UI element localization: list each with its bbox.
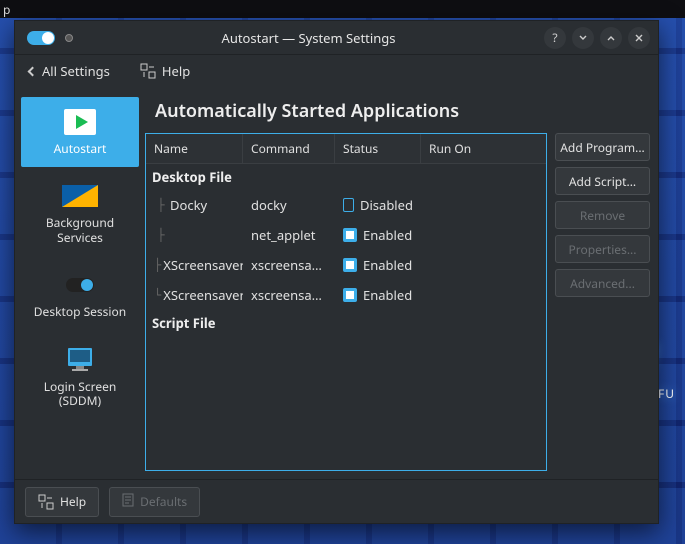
group-script-file[interactable]: Script File <box>146 310 546 336</box>
sidebar-item-label: Autostart <box>54 142 107 156</box>
add-script-button[interactable]: Add Script... <box>555 167 650 195</box>
status-checkbox[interactable] <box>343 228 357 242</box>
table-row[interactable]: ├XScreensaver xscreensaver ... Enabled <box>146 250 546 280</box>
row-status: Enabled <box>363 226 412 244</box>
row-command: xscreensaver <box>243 283 335 307</box>
sidebar-item-label: Login Screen (SDDM) <box>28 380 132 409</box>
footer-defaults-button[interactable]: Defaults <box>109 487 200 517</box>
row-name: XScreensaver <box>163 286 243 304</box>
sidebar-item-label: Background Services <box>28 216 132 245</box>
titlebar: Autostart — System Settings ? <box>15 21 658 55</box>
autostart-icon <box>60 106 100 138</box>
chevron-left-icon <box>28 66 38 76</box>
close-button[interactable] <box>628 27 650 49</box>
sidebar-item-label: Desktop Session <box>34 305 126 319</box>
document-icon <box>122 493 134 511</box>
all-settings-label: All Settings <box>42 62 110 80</box>
help-config-icon <box>140 63 156 79</box>
properties-button[interactable]: Properties... <box>555 235 650 263</box>
autostart-table[interactable]: Name Command Status Run On Desktop File … <box>145 133 547 471</box>
help-config-icon <box>38 494 54 510</box>
background-services-icon <box>60 180 100 212</box>
minimize-button[interactable] <box>572 27 594 49</box>
footer-help-button[interactable]: Help <box>25 487 99 517</box>
col-name[interactable]: Name <box>146 134 243 163</box>
col-runon[interactable]: Run On <box>421 134 546 163</box>
help-button[interactable]: ? <box>544 27 566 49</box>
status-checkbox[interactable] <box>343 198 354 212</box>
table-row[interactable]: ├ net_applet Enabled <box>146 220 546 250</box>
group-desktop-file[interactable]: Desktop File <box>146 164 546 190</box>
tree-line-icon: ├ <box>154 198 168 212</box>
col-status[interactable]: Status <box>335 134 421 163</box>
col-command[interactable]: Command <box>243 134 335 163</box>
window-title: Autostart — System Settings <box>73 29 544 47</box>
row-command: docky <box>243 193 335 217</box>
status-checkbox[interactable] <box>343 258 357 272</box>
row-status: Disabled <box>360 196 413 214</box>
help-link[interactable]: Help <box>134 58 196 84</box>
subheader: All Settings Help <box>15 55 658 87</box>
table-row[interactable]: └XScreensaver xscreensaver Enabled <box>146 280 546 310</box>
table-row[interactable]: ├Docky docky Disabled <box>146 190 546 220</box>
footer: Help Defaults <box>15 479 658 523</box>
action-buttons: Add Program... Add Script... Remove Prop… <box>555 133 650 471</box>
table-header: Name Command Status Run On <box>146 134 546 164</box>
remove-button[interactable]: Remove <box>555 201 650 229</box>
row-status: Enabled <box>363 256 412 274</box>
page-title: Automatically Started Applications <box>155 99 650 123</box>
sidebar-item-login-screen[interactable]: Login Screen (SDDM) <box>21 335 139 420</box>
titlebar-dot <box>65 34 73 42</box>
sidebar: Autostart Background Services Desktop Se… <box>15 87 145 479</box>
footer-defaults-label: Defaults <box>140 493 187 510</box>
tree-line-icon: ├ <box>154 258 161 272</box>
login-screen-icon <box>60 344 100 376</box>
sidebar-item-desktop-session[interactable]: Desktop Session <box>21 260 139 330</box>
tree-line-icon: └ <box>154 288 161 302</box>
row-name: Docky <box>170 196 207 214</box>
tree-line-icon: ├ <box>154 228 168 242</box>
sidebar-item-autostart[interactable]: Autostart <box>21 97 139 167</box>
maximize-button[interactable] <box>600 27 622 49</box>
footer-help-label: Help <box>60 493 86 510</box>
global-toggle[interactable] <box>27 31 55 45</box>
row-command: net_applet <box>243 223 335 247</box>
row-name: XScreensaver <box>163 256 243 274</box>
sidebar-item-background-services[interactable]: Background Services <box>21 171 139 256</box>
table-body: Desktop File ├Docky docky Disabled ├ net… <box>146 164 546 470</box>
all-settings-button[interactable]: All Settings <box>23 58 116 84</box>
add-program-button[interactable]: Add Program... <box>555 133 650 161</box>
main-pane: Automatically Started Applications Name … <box>145 87 658 479</box>
help-label: Help <box>162 62 190 80</box>
status-checkbox[interactable] <box>343 288 357 302</box>
desktop-session-icon <box>60 269 100 301</box>
row-command: xscreensaver ... <box>243 253 335 277</box>
panel-letter: p <box>3 1 10 18</box>
settings-window: Autostart — System Settings ? All Settin… <box>14 20 659 524</box>
advanced-button[interactable]: Advanced... <box>555 269 650 297</box>
row-status: Enabled <box>363 286 412 304</box>
